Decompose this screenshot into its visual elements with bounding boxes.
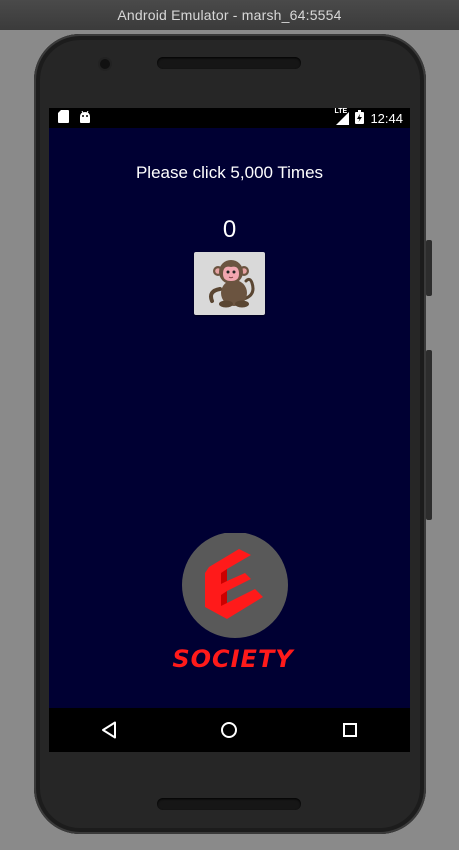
network-type: LTE xyxy=(334,108,348,115)
clock: 12:44 xyxy=(370,110,403,126)
society-logo: SOCIETY xyxy=(169,532,297,678)
logo-text: SOCIETY xyxy=(172,645,294,673)
android-debug-icon xyxy=(79,110,91,126)
bottom-speaker xyxy=(157,798,301,810)
volume-button[interactable] xyxy=(426,240,432,296)
status-bar: LTE 12:44 xyxy=(49,108,410,128)
back-icon xyxy=(102,721,117,739)
window-title: Android Emulator - marsh_64:5554 xyxy=(117,7,342,23)
battery-charging-icon xyxy=(355,109,365,127)
monkey-icon xyxy=(200,255,260,312)
device-screen: LTE 12:44 Please click 5,000 Times 0 SOC… xyxy=(49,108,410,752)
recents-icon xyxy=(342,723,357,737)
navigation-bar xyxy=(49,708,410,752)
top-speaker xyxy=(157,57,301,69)
home-button[interactable] xyxy=(207,708,251,752)
lte-signal-icon: LTE xyxy=(334,108,350,125)
recents-button[interactable] xyxy=(328,708,372,752)
monkey-click-button[interactable] xyxy=(194,252,265,315)
sd-card-icon xyxy=(58,110,69,126)
click-counter: 0 xyxy=(222,216,237,243)
instruction-text: Please click 5,000 Times xyxy=(135,163,324,182)
home-icon xyxy=(221,722,238,738)
emulator-title-bar: Android Emulator - marsh_64:5554 xyxy=(0,0,459,30)
power-button[interactable] xyxy=(426,350,432,520)
front-camera-icon xyxy=(100,59,110,69)
back-button[interactable] xyxy=(87,708,131,752)
